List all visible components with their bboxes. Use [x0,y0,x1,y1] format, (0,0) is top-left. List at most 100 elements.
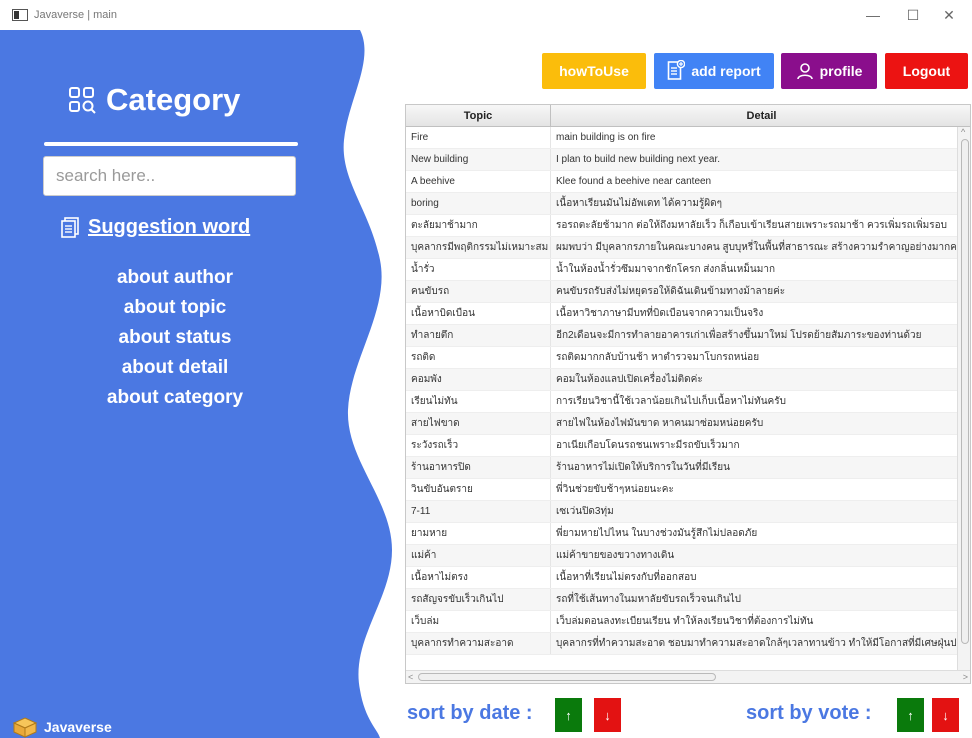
table-header: Topic Detail [406,105,970,127]
app-icon [12,9,28,21]
detail-cell: เนื้อหาที่เรียนไม่ตรงกับที่ออกสอบ [556,572,697,583]
table-body: Fire main building is on fire New building… [406,127,958,655]
suggestion-list: about author about topic about status ab… [60,263,290,413]
table-row[interactable]: A beehive Klee found a beehive near cante… [406,171,958,193]
topic-cell: ร้านอาหารปิด [406,457,551,478]
column-header-topic[interactable]: Topic [406,105,551,126]
detail-cell: บุคลากรที่ทำความสะอาด ชอบมาทำความสะอาดใก… [556,638,958,649]
window-title: Javaverse | main [34,9,117,21]
table-row[interactable]: บุคลากรมีพฤติกรรมไม่เหมาะสม ผมพบว่า มีบุค… [406,237,958,259]
scroll-up-arrow[interactable]: ^ [961,127,965,137]
detail-cell: คอมในห้องแลปเปิดเครื่องไม่ติดค่ะ [556,374,703,385]
horizontal-scrollbar[interactable]: < > [406,670,970,683]
document-icon [61,216,79,238]
about-detail-link[interactable]: about detail [60,353,290,383]
close-button[interactable]: ✕ [926,0,972,30]
topic-cell: แม่ค้า [406,545,551,566]
table-row[interactable]: ทำลายตึก อีก2เดือนจะมีการทำลายอาคารเก่าเพ… [406,325,958,347]
detail-cell: I plan to build new building next year. [556,154,720,165]
sort-vote-descending-button[interactable]: ↓ [932,698,959,732]
topic-cell: ทำลายตึก [406,325,551,346]
table-row[interactable]: เว็บล่ม เว็บล่มตอนลงทะเบียนเรียน ทำให้ลงเ… [406,611,958,633]
table-row[interactable]: รถสัญจรขับเร็วเกินไป รถที่ใช้เส้นทางในมหา… [406,589,958,611]
user-icon [796,63,813,80]
topic-cell: ตะลัยมาช้ามาก [406,215,551,236]
table-row[interactable]: น้ำรั่ว น้ำในห้องน้ำรั่วซึมมาจากชักโครก ส… [406,259,958,281]
suggestion-heading[interactable]: Suggestion word [60,216,250,239]
category-icon [69,87,96,114]
logout-label: Logout [902,63,951,79]
category-title: Category [106,82,241,117]
detail-cell: main building is on fire [556,132,656,143]
topic-cell: ระวังรถเร็ว [406,435,551,456]
how-to-use-button[interactable]: howToUse [542,53,646,89]
detail-cell: พี่ยามหายไปไหน ในบางช่วงมันรู้สึกไม่ปลอด… [556,528,758,539]
table-row[interactable]: เนื้อหาบิดเบือน เนื้อหาวิชาภาษามีบทที่บิด… [406,303,958,325]
logout-button[interactable]: Logout [885,53,968,89]
title-bar: Javaverse | main — ☐ ✕ [0,0,972,30]
profile-label: profile [819,63,863,79]
about-category-link[interactable]: about category [60,383,290,413]
about-author-link[interactable]: about author [60,263,290,293]
table-row[interactable]: แม่ค้า แม่ค้าขายของขวางทางเดิน [406,545,958,567]
table-row[interactable]: วินขับอันตราย พี่วินช่วยขับช้าๆหน่อยนะคะ [406,479,958,501]
sort-date-descending-button[interactable]: ↓ [594,698,621,732]
scroll-right-arrow[interactable]: > [963,672,968,682]
table-row[interactable]: เรียนไม่ทัน การเรียนวิชานี้ใช้เวลาน้อยเกิ… [406,391,958,413]
box-logo-icon [12,717,38,738]
detail-cell: คนขับรถรับส่งไม่หยุดรอให้ดิฉันเดินข้ามทา… [556,286,786,297]
table-row[interactable]: รถติด รถติดมากกลับบ้านช้า หาตำรวจมาโบกรถห… [406,347,958,369]
topic-cell: คนขับรถ [406,281,551,302]
table-row[interactable]: คอมพัง คอมในห้องแลปเปิดเครื่องไม่ติดค่ะ [406,369,958,391]
add-report-icon [668,60,686,80]
about-topic-link[interactable]: about topic [60,293,290,323]
suggestion-title: Suggestion word [88,216,251,238]
table-row[interactable]: สายไฟขาด สายไฟในห้องไฟมันขาด หาคนมาซ่อมหน… [406,413,958,435]
topic-cell: บุคลากรทำความสะอาด [406,633,551,654]
sort-by-vote-label: sort by vote : [746,702,872,724]
topic-cell: เรียนไม่ทัน [406,391,551,412]
table-row[interactable]: ร้านอาหารปิด ร้านอาหารไม่เปิดให้บริการในว… [406,457,958,479]
table-row[interactable]: เนื้อหาไม่ตรง เนื้อหาที่เรียนไม่ตรงกับที่… [406,567,958,589]
category-divider [44,142,298,146]
detail-cell: Klee found a beehive near canteen [556,176,712,187]
detail-cell: เนื้อหาวิชาภาษามีบทที่บิดเบือนจากความเป็… [556,308,764,319]
scroll-left-arrow[interactable]: < [408,672,413,682]
detail-cell: อาเนียเกือบโดนรถชนเพราะมีรถขับเร็วมาก [556,440,740,451]
horizontal-scroll-thumb[interactable] [418,673,716,681]
detail-cell: การเรียนวิชานี้ใช้เวลาน้อยเกินไปเก็บเนื้… [556,396,786,407]
brand-name: Javaverse [44,719,112,735]
topic-cell: A beehive [406,171,551,192]
vertical-scrollbar[interactable]: ^ [957,127,970,672]
add-report-label: add report [691,63,761,79]
sort-by-date-label: sort by date : [407,702,533,724]
column-header-detail[interactable]: Detail [551,105,970,126]
table-row[interactable]: 7-11 เซเว่นปิด3ทุ่ม [406,501,958,523]
table-row[interactable]: Fire main building is on fire [406,127,958,149]
detail-cell: รถที่ใช้เส้นทางในมหาลัยขับรถเร็วจนเกินไป [556,594,742,605]
topic-cell: น้ำรั่ว [406,259,551,280]
search-input[interactable] [43,156,296,196]
about-status-link[interactable]: about status [60,323,290,353]
add-report-button[interactable]: add report [654,53,774,89]
category-heading: Category [68,82,240,118]
table-row[interactable]: ตะลัยมาช้ามาก รอรถตะลัยช้ามาก ต่อให้ถึงมห… [406,215,958,237]
detail-cell: สายไฟในห้องไฟมันขาด หาคนมาซ่อมหน่อยครับ [556,418,764,429]
table-row[interactable]: New building I plan to build new building… [406,149,958,171]
table-row[interactable]: ยามหาย พี่ยามหายไปไหน ในบางช่วงมันรู้สึกไ… [406,523,958,545]
detail-cell: ร้านอาหารไม่เปิดให้บริการในวันที่มีเรียน [556,462,730,473]
main-window: Javaverse | main — ☐ ✕ Category search h… [0,0,972,738]
profile-button[interactable]: profile [781,53,877,89]
detail-cell: ผมพบว่า มีบุคลากรภายในคณะบางคน สูบบุหรี่… [556,242,958,253]
table-row[interactable]: boring เนื้อหาเรียนมันไม่อัพเดท ได้ความรู… [406,193,958,215]
reports-table[interactable]: Topic Detail Fire main building is on fir… [405,104,971,684]
vertical-scroll-thumb[interactable] [961,139,969,644]
topic-cell: 7-11 [406,501,551,522]
detail-cell: พี่วินช่วยขับช้าๆหน่อยนะคะ [556,484,674,495]
sort-vote-ascending-button[interactable]: ↑ [897,698,924,732]
sort-date-ascending-button[interactable]: ↑ [555,698,582,732]
table-row[interactable]: คนขับรถ คนขับรถรับส่งไม่หยุดรอให้ดิฉันเดิ… [406,281,958,303]
table-row[interactable]: บุคลากรทำความสะอาด บุคลากรที่ทำความสะอาด … [406,633,958,655]
table-row[interactable]: ระวังรถเร็ว อาเนียเกือบโดนรถชนเพราะมีรถขั… [406,435,958,457]
topic-cell: เนื้อหาบิดเบือน [406,303,551,324]
